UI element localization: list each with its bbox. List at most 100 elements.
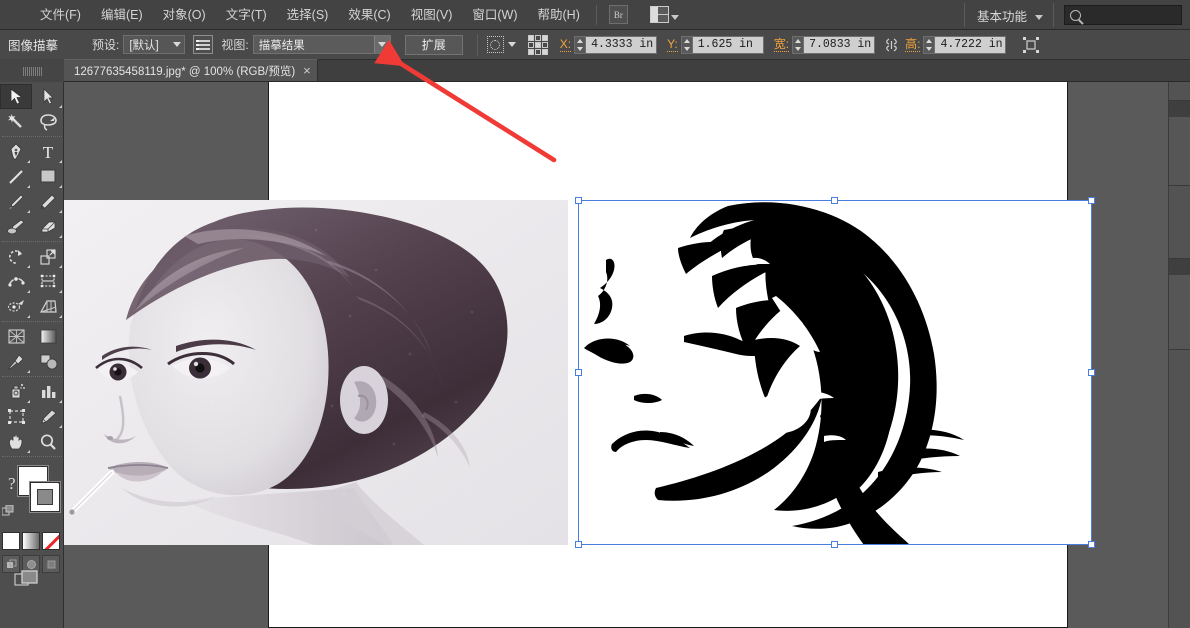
arrange-documents-icon [649,6,669,23]
magic-wand-tool[interactable] [0,109,32,134]
hand-tool[interactable] [0,429,32,454]
tools-panel: T ? [0,60,64,628]
menu-file[interactable]: 文件(F) [30,0,91,30]
panel-group-2-header[interactable] [1169,259,1190,275]
eraser-tool[interactable] [32,214,64,239]
width-field-group: 宽: [773,35,876,54]
stroke-swatch[interactable] [30,482,60,512]
artboard-tool[interactable] [0,404,32,429]
scale-tool[interactable] [32,244,64,269]
blend-tool[interactable] [32,349,64,374]
reference-point-grid-icon[interactable] [527,34,550,55]
chevron-down-icon [670,14,679,20]
panel-group-2[interactable] [1168,258,1190,350]
column-graph-tool[interactable] [32,379,64,404]
document-tab[interactable]: 12677635458119.jpg* @ 100% (RGB/预览) × [64,59,318,81]
tool-row [0,324,64,349]
opacity-mask-group[interactable] [486,36,516,53]
tool-row [0,404,64,429]
document-tab-label: 12677635458119.jpg* @ 100% (RGB/预览) [74,65,296,78]
rotate-tool[interactable] [0,244,32,269]
none-swatch[interactable] [42,532,60,550]
menu-effect[interactable]: 效果(C) [338,0,400,30]
chevron-down-icon[interactable] [507,42,516,47]
x-stepper[interactable] [574,35,586,54]
perspective-grid-tool[interactable] [32,294,64,319]
source-photo[interactable] [64,200,568,545]
search-input[interactable] [1081,9,1173,21]
direct-selection-tool[interactable] [32,84,64,109]
shape-builder-tool[interactable] [32,269,64,294]
width-tool[interactable] [0,269,32,294]
symbol-sprayer-tool[interactable] [0,379,32,404]
type-tool[interactable]: T [32,139,64,164]
mesh-tool[interactable] [0,324,32,349]
y-field-group: Y: [667,35,764,54]
gradient-tool[interactable] [32,324,64,349]
y-input[interactable] [691,35,764,54]
eyedropper-tool[interactable] [0,349,32,374]
view-dropdown[interactable]: 描摹结果 [252,35,391,54]
blob-brush-tool[interactable] [0,214,32,239]
search-box[interactable] [1064,5,1182,25]
menu-object[interactable]: 对象(O) [153,0,216,30]
menu-type[interactable]: 文字(T) [216,0,277,30]
tool-row [0,294,64,319]
lasso-tool[interactable] [32,109,64,134]
chevron-down-icon[interactable] [1035,15,1043,20]
swap-fill-stroke-icon[interactable] [1,504,14,516]
pencil-tool[interactable] [32,189,64,214]
menu-help[interactable]: 帮助(H) [528,0,590,30]
toolbar-drag-grip[interactable] [0,60,64,82]
bridge-icon[interactable]: Br [608,5,628,24]
constrain-proportions-icon[interactable] [884,36,898,54]
none-indicator-icon [31,483,59,510]
panel-group-1[interactable] [1168,100,1190,186]
tool-row [0,244,64,269]
fill-stroke-cluster: ? [0,460,64,530]
menu-edit[interactable]: 编辑(E) [91,0,153,30]
expand-button[interactable]: 扩展 [404,34,463,55]
free-transform-tool[interactable] [0,294,32,319]
tool-rows: T [0,82,63,457]
y-stepper[interactable] [680,35,692,54]
ref-pt [534,41,541,48]
gradient-swatch[interactable] [22,532,40,550]
illustrator-window: 文件(F) 编辑(E) 对象(O) 文字(T) 选择(S) 效果(C) 视图(V… [0,0,1190,628]
image-trace-panel-button[interactable] [193,35,214,54]
paintbrush-tool[interactable] [0,189,32,214]
rectangle-tool[interactable] [32,164,64,189]
ref-pt [534,48,541,55]
preset-value: [默认] [129,39,159,52]
arrange-documents-button[interactable] [649,6,679,23]
view-dropdown-arrow[interactable] [373,36,390,53]
line-segment-tool[interactable] [0,164,32,189]
traced-artwork[interactable] [578,200,1092,545]
change-screen-mode-icon[interactable] [14,570,40,592]
panel-line [196,47,211,50]
document-canvas-area[interactable] [64,82,1168,628]
draw-inside-button[interactable] [42,555,60,573]
menu-view[interactable]: 视图(V) [401,0,463,30]
tool-divider [2,376,62,377]
swatch-row [0,532,64,552]
width-input[interactable] [803,35,876,54]
transform-handles-icon[interactable] [1022,36,1040,54]
preset-dropdown[interactable]: [默认] [123,35,186,54]
menu-select[interactable]: 选择(S) [277,0,339,30]
height-stepper[interactable] [923,35,935,54]
color-swatch-white[interactable] [2,532,20,550]
zoom-tool[interactable] [32,429,64,454]
panel-group-1-header[interactable] [1169,101,1190,117]
pen-tool[interactable] [0,139,32,164]
selection-tool[interactable] [0,84,32,109]
slice-tool[interactable] [32,404,64,429]
panel-group-2-body [1169,275,1190,349]
height-input[interactable] [934,35,1007,54]
menu-window[interactable]: 窗口(W) [462,0,527,30]
close-icon[interactable]: × [303,64,311,77]
workspace-switcher[interactable]: 基本功能 [965,6,1035,25]
preset-group: 预设: [默认] [92,35,186,54]
x-input[interactable] [585,35,658,54]
width-stepper[interactable] [792,35,804,54]
